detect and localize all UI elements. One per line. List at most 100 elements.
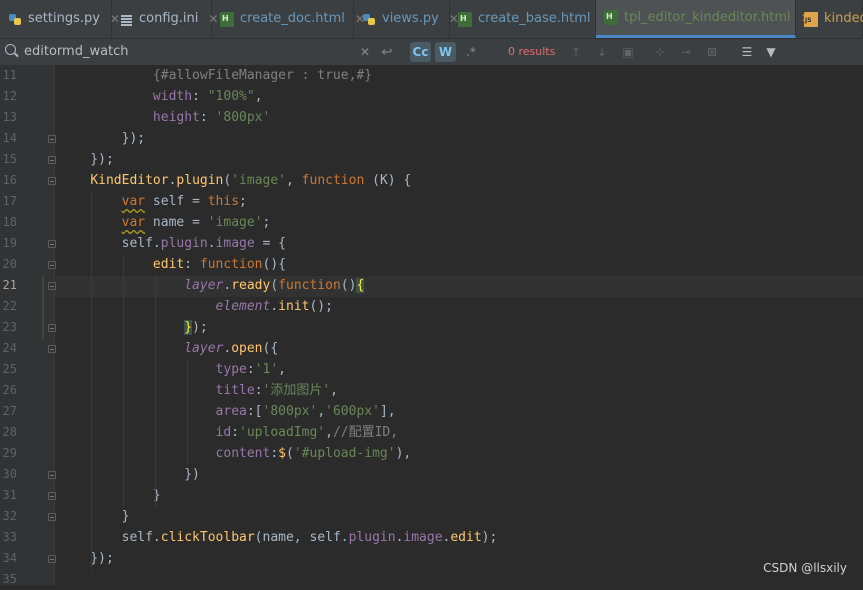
fold-marker-icon[interactable] xyxy=(48,282,56,290)
code-line[interactable]: }); xyxy=(59,128,145,149)
toggle-occurrence-icon[interactable]: ⊠ xyxy=(704,42,720,62)
fold-marker-icon[interactable] xyxy=(48,240,56,248)
code-line[interactable]: }) xyxy=(59,464,200,485)
filter-icon[interactable]: ▼ xyxy=(762,42,780,62)
match-case-toggle[interactable]: Cc xyxy=(410,42,431,62)
code-line[interactable]: layer.ready(function(){ xyxy=(59,275,365,296)
tab-create-base-html[interactable]: create_base.html✕ xyxy=(450,0,611,38)
find-bar: editormd_watch ✕ ↩ Cc W .* 0 results ↑ ↓… xyxy=(0,39,863,66)
fold-marker-icon[interactable] xyxy=(48,471,56,479)
code-line[interactable]: area:['800px','600px'], xyxy=(59,401,396,422)
line-number: 18 xyxy=(2,215,17,229)
watermark: CSDN @llsxily xyxy=(763,561,847,575)
html-file-icon xyxy=(220,11,234,27)
fold-marker-icon[interactable] xyxy=(48,261,56,269)
previous-occurrence-icon[interactable]: ↑ xyxy=(568,42,584,62)
indent-guide xyxy=(123,255,124,507)
regex-toggle[interactable]: .* xyxy=(462,42,480,62)
html-file-icon xyxy=(458,11,472,27)
tab-label: views.py xyxy=(382,11,439,26)
tab-create-doc-html[interactable]: create_doc.html✕ xyxy=(212,0,365,38)
fold-marker-icon[interactable] xyxy=(48,177,56,185)
tab-label: config.ini xyxy=(139,11,199,26)
tab-label: settings.py xyxy=(28,11,100,26)
editor-tab-bar: settings.py✕config.ini✕create_doc.html✕v… xyxy=(0,0,863,39)
line-number: 23 xyxy=(2,320,17,334)
line-number: 14 xyxy=(2,131,17,145)
fold-marker-icon[interactable] xyxy=(48,135,56,143)
line-number: 11 xyxy=(2,68,17,82)
add-occurrence-icon[interactable]: ⊹ xyxy=(652,42,668,62)
fold-marker-icon[interactable] xyxy=(48,156,56,164)
tab-label: create_base.html xyxy=(478,11,591,26)
indent-guide xyxy=(187,360,188,465)
tab-views-py[interactable]: views.py ✕ xyxy=(354,0,459,38)
tab-settings-py[interactable]: settings.py ✕ xyxy=(0,0,120,38)
line-number: 21 xyxy=(2,278,17,292)
tab-config-ini[interactable]: config.ini ✕ xyxy=(112,0,218,38)
line-number: 30 xyxy=(2,467,17,481)
fold-marker-icon[interactable] xyxy=(48,492,56,500)
history-replace-icon[interactable]: ↩ xyxy=(379,42,395,62)
line-number: 16 xyxy=(2,173,17,187)
indent-guide xyxy=(91,192,92,570)
tab-label: kinded xyxy=(824,11,863,26)
line-number: 33 xyxy=(2,530,17,544)
code-line[interactable]: type:'1', xyxy=(59,359,286,380)
line-number: 26 xyxy=(2,383,17,397)
filter-options-icon[interactable]: ☰ xyxy=(738,42,756,62)
code-line[interactable]: }); xyxy=(59,149,114,170)
line-number: 31 xyxy=(2,488,17,502)
fold-marker-icon[interactable] xyxy=(48,555,56,563)
code-line[interactable]: id:'uploadImg',//配置ID, xyxy=(59,422,399,443)
code-line[interactable]: }); xyxy=(59,548,114,569)
line-number: 12 xyxy=(2,89,17,103)
code-line[interactable]: } xyxy=(59,485,161,506)
tab-label: tpl_editor_kindeditor.html xyxy=(624,9,791,25)
code-line[interactable]: self.plugin.image = { xyxy=(59,233,286,254)
vcs-change-marker[interactable] xyxy=(42,276,44,339)
code-line[interactable]: edit: function(){ xyxy=(59,254,286,275)
line-number: 13 xyxy=(2,110,17,124)
line-number: 25 xyxy=(2,362,17,376)
ini-file-icon xyxy=(120,12,133,27)
line-number: 34 xyxy=(2,551,17,565)
line-number: 28 xyxy=(2,425,17,439)
search-input[interactable]: editormd_watch xyxy=(24,44,129,59)
remove-occurrence-icon[interactable]: ⊸ xyxy=(678,42,694,62)
code-line[interactable]: height: '800px' xyxy=(59,107,270,128)
line-number: 35 xyxy=(2,572,17,586)
code-line[interactable]: width: "100%", xyxy=(59,86,263,107)
code-line[interactable]: var self = this; xyxy=(59,191,247,212)
line-number: 29 xyxy=(2,446,17,460)
code-line[interactable]: }); xyxy=(59,317,208,338)
code-line[interactable]: {#allowFileManager : true,#} xyxy=(59,65,372,86)
tab-kinded[interactable]: kinded xyxy=(796,0,863,38)
select-all-occurrences-icon[interactable]: ▣ xyxy=(620,42,636,62)
next-occurrence-icon[interactable]: ↓ xyxy=(594,42,610,62)
line-number: 22 xyxy=(2,299,17,313)
clear-search-icon[interactable]: ✕ xyxy=(357,42,373,62)
fold-marker-icon[interactable] xyxy=(48,324,56,332)
js-file-icon xyxy=(804,11,818,27)
code-line[interactable]: element.init(); xyxy=(59,296,333,317)
line-number: 32 xyxy=(2,509,17,523)
code-line[interactable]: KindEditor.plugin('image', function (K) … xyxy=(59,170,411,191)
line-number: 24 xyxy=(2,341,17,355)
fold-marker-icon[interactable] xyxy=(48,513,56,521)
fold-marker-icon[interactable] xyxy=(48,345,56,353)
code-line[interactable]: self.clickToolbar(name, self.plugin.imag… xyxy=(59,527,498,548)
whole-words-toggle[interactable]: W xyxy=(435,42,456,62)
indent-guide xyxy=(155,276,156,507)
html-file-icon xyxy=(604,10,618,25)
code-line[interactable]: title:'添加图片', xyxy=(59,380,338,401)
line-number: 19 xyxy=(2,236,17,250)
code-line[interactable]: } xyxy=(59,506,130,527)
search-results-count: 0 results xyxy=(508,45,556,58)
tab-tpl-editor-kindeditor-html[interactable]: tpl_editor_kindeditor.html✕ xyxy=(596,0,811,38)
line-number: 27 xyxy=(2,404,17,418)
search-icon[interactable] xyxy=(5,44,16,55)
py-file-icon xyxy=(362,12,376,27)
code-line[interactable]: content:$('#upload-img'), xyxy=(59,443,412,464)
code-editor[interactable]: 11 {#allowFileManager : true,#} 12 width:… xyxy=(0,65,863,586)
